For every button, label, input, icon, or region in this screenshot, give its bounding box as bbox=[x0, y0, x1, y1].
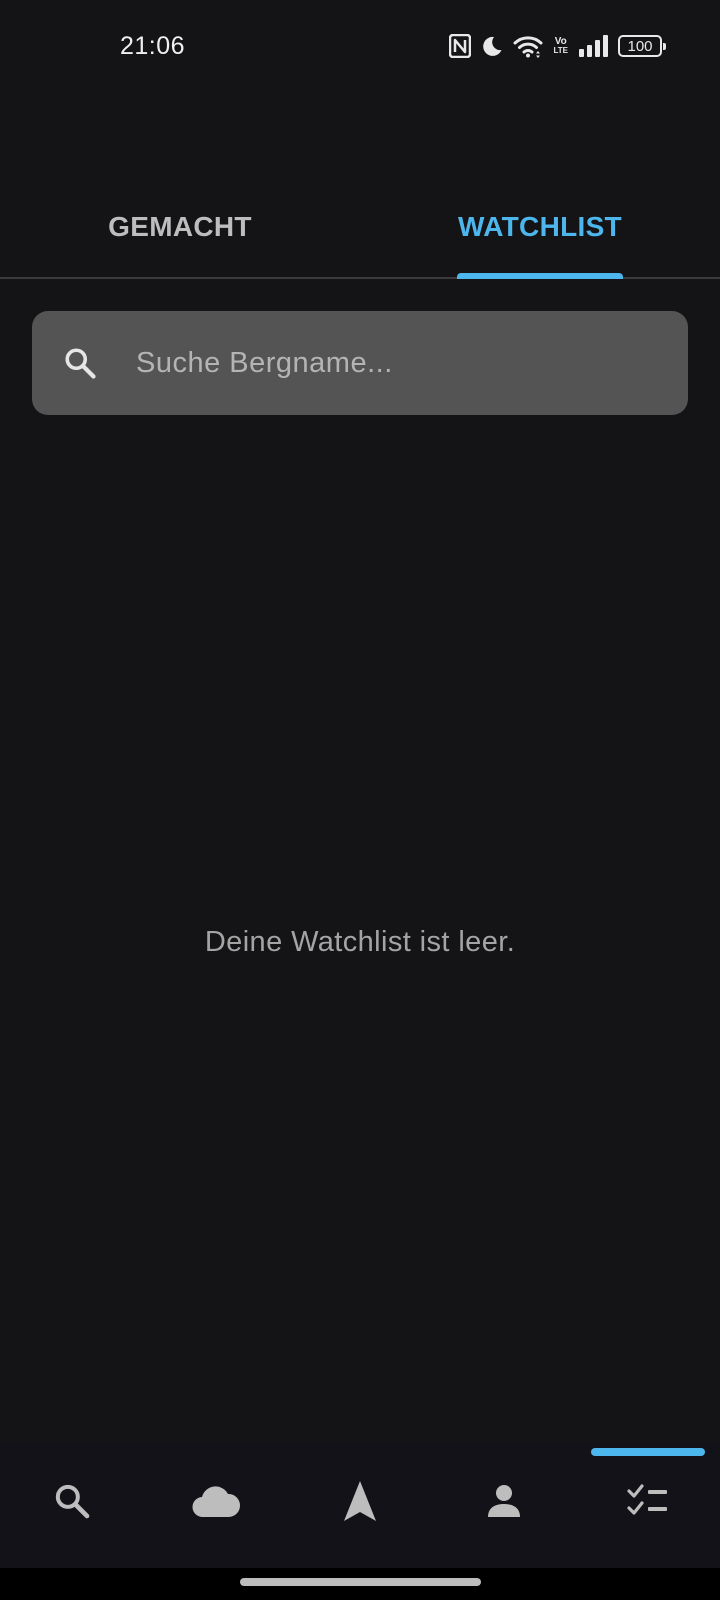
volte-icon: Vo LTE bbox=[553, 37, 568, 55]
bottom-navigation bbox=[0, 1442, 720, 1568]
screen: 21:06 Vo LTE 100 GEMACHT WATCHLIST Suche… bbox=[0, 0, 720, 1600]
nav-item-profile[interactable] bbox=[432, 1442, 576, 1568]
moon-icon bbox=[481, 35, 503, 57]
tab-watchlist[interactable]: WATCHLIST bbox=[360, 195, 720, 277]
status-time: 21:06 bbox=[120, 32, 186, 60]
battery-level: 100 bbox=[627, 37, 653, 55]
volte-bottom-label: LTE bbox=[553, 46, 568, 55]
tab-bar: GEMACHT WATCHLIST bbox=[0, 195, 720, 279]
search-icon bbox=[52, 1484, 92, 1521]
tab-active-indicator bbox=[457, 273, 623, 279]
nav-item-search[interactable] bbox=[0, 1442, 144, 1568]
status-icons: Vo LTE 100 bbox=[449, 32, 666, 60]
nav-item-watchlist[interactable] bbox=[576, 1442, 720, 1568]
system-gesture-area bbox=[0, 1568, 720, 1600]
tab-watchlist-label: WATCHLIST bbox=[458, 211, 622, 242]
nav-item-weather[interactable] bbox=[144, 1442, 288, 1568]
wifi-icon bbox=[513, 34, 543, 58]
checklist-icon bbox=[627, 1484, 669, 1519]
person-icon bbox=[486, 1485, 522, 1519]
search-bar[interactable] bbox=[32, 311, 688, 415]
search-icon bbox=[62, 345, 98, 381]
cloud-icon bbox=[191, 1486, 241, 1519]
tab-gemacht[interactable]: GEMACHT bbox=[0, 195, 360, 277]
empty-state-message: Deine Watchlist ist leer. bbox=[204, 926, 516, 958]
nav-item-navigation[interactable] bbox=[288, 1442, 432, 1568]
home-gesture-handle[interactable] bbox=[240, 1578, 481, 1586]
status-bar: 21:06 Vo LTE 100 bbox=[0, 0, 720, 92]
signal-icon bbox=[578, 35, 608, 57]
tab-gemacht-label: GEMACHT bbox=[108, 211, 252, 242]
navigation-arrow-icon bbox=[343, 1481, 377, 1522]
battery-icon: 100 bbox=[618, 35, 666, 57]
nfc-icon bbox=[449, 34, 472, 58]
search-input[interactable] bbox=[136, 311, 666, 415]
